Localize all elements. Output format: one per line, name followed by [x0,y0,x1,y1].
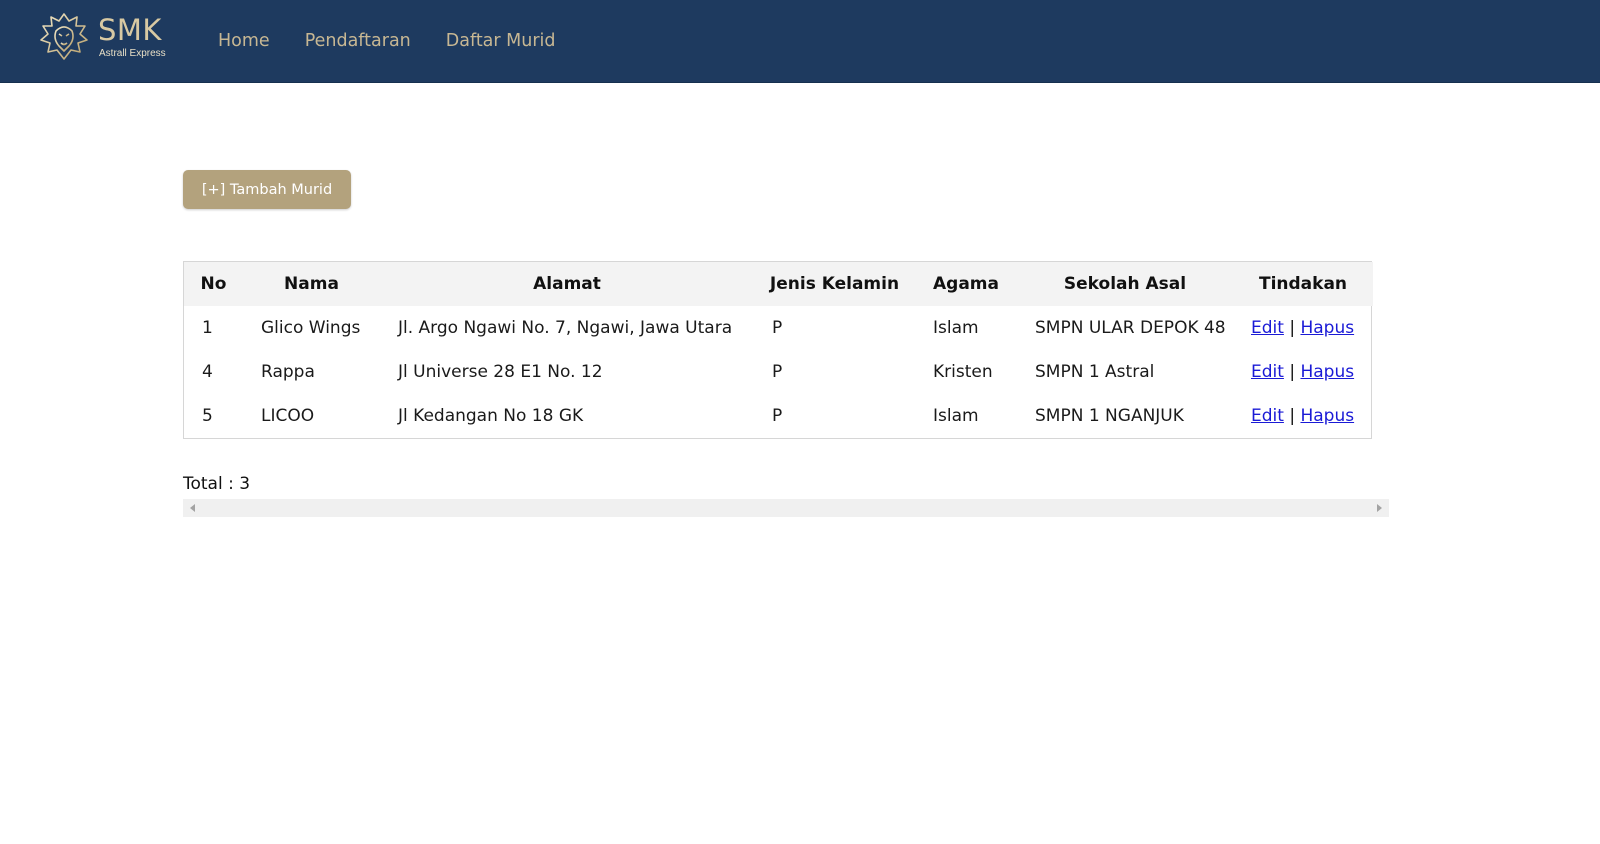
cell-no: 5 [202,406,213,426]
navbar: SMK Astrall Express Home Pendaftaran Daf… [0,0,1600,83]
table-row: 1 Glico Wings Jl. Argo Ngawi No. 7, Ngaw… [184,306,1373,350]
edit-link[interactable]: Edit [1251,362,1284,382]
cell-nama: Glico Wings [261,318,361,338]
nav-home-link[interactable]: Home [218,31,270,51]
column-header-agama: Agama [933,274,999,294]
hapus-link[interactable]: Hapus [1300,406,1354,426]
cell-alamat: Jl. Argo Ngawi No. 7, Ngawi, Jawa Utara [398,318,733,338]
cell-tindakan: Edit | Hapus [1233,350,1373,394]
column-header-tindakan: Tindakan [1258,274,1348,294]
cell-agama: Islam [933,318,979,338]
cell-agama: Islam [933,406,979,426]
cell-alamat: Jl Kedangan No 18 GK [398,406,584,426]
main-nav: Home Pendaftaran Daftar Murid [218,0,591,82]
action-separator: | [1289,318,1296,338]
column-header-nama: Nama [284,274,339,294]
cell-nama: Rappa [261,362,315,382]
table-row: 5 LICOO Jl Kedangan No 18 GK P Islam SMP… [184,394,1373,438]
cell-no: 1 [202,318,213,338]
nav-daftar-murid-link[interactable]: Daftar Murid [446,31,556,51]
students-table: No Nama Alamat Jenis Kelamin Agama Sekol… [184,262,1373,438]
hapus-link[interactable]: Hapus [1300,318,1354,338]
cell-jenis-kelamin: P [772,406,783,426]
horizontal-scrollbar[interactable] [183,499,1389,517]
edit-link[interactable]: Edit [1251,406,1284,426]
total-count: Total : 3 [183,474,251,494]
action-separator: | [1289,406,1296,426]
column-header-no: No [200,274,227,294]
students-table-container: No Nama Alamat Jenis Kelamin Agama Sekol… [183,261,1373,439]
cell-alamat: Jl Universe 28 E1 No. 12 [398,362,603,382]
nav-pendaftaran-link[interactable]: Pendaftaran [305,31,411,51]
column-header-alamat: Alamat [533,274,601,294]
lion-crest-icon [40,13,88,60]
brand-subtitle: Astrall Express [99,47,166,59]
column-header-sekolah-asal: Sekolah Asal [1063,274,1187,294]
brand[interactable]: SMK Astrall Express [38,10,166,64]
scroll-right-arrow-icon[interactable] [1377,504,1382,512]
cell-tindakan: Edit | Hapus [1233,394,1373,438]
cell-sekolah-asal: SMPN ULAR DEPOK 48 [1035,318,1226,338]
scroll-left-arrow-icon[interactable] [190,504,195,512]
cell-agama: Kristen [933,362,993,382]
action-separator: | [1289,362,1296,382]
cell-jenis-kelamin: P [772,318,783,338]
table-header-row: No Nama Alamat Jenis Kelamin Agama Sekol… [184,262,1373,306]
edit-link[interactable]: Edit [1251,318,1284,338]
cell-sekolah-asal: SMPN 1 Astral [1035,362,1155,382]
hapus-link[interactable]: Hapus [1300,362,1354,382]
cell-jenis-kelamin: P [772,362,783,382]
table-row: 4 Rappa Jl Universe 28 E1 No. 12 P Krist… [184,350,1373,394]
brand-text: SMK Astrall Express [98,12,166,59]
column-header-jenis-kelamin: Jenis Kelamin [769,274,900,294]
add-student-button[interactable]: [+] Tambah Murid [183,170,351,209]
cell-no: 4 [202,362,213,382]
brand-name: SMK [98,12,162,47]
cell-sekolah-asal: SMPN 1 NGANJUK [1035,406,1184,426]
cell-tindakan: Edit | Hapus [1233,306,1373,350]
cell-nama: LICOO [261,406,315,426]
